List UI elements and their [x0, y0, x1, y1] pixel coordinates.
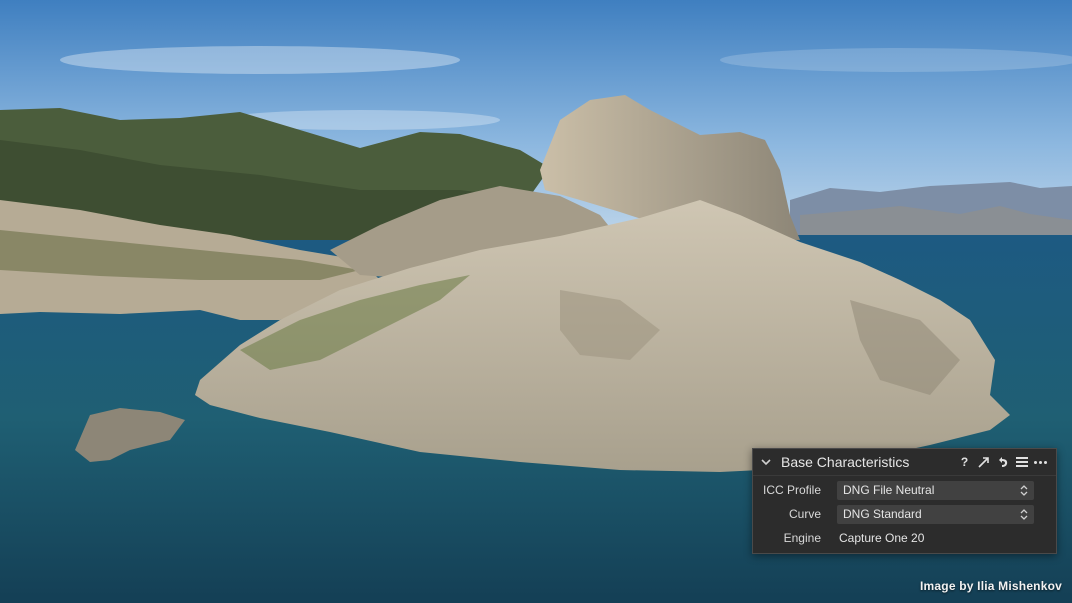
curve-value: DNG Standard — [843, 507, 922, 521]
panel-title: Base Characteristics — [781, 454, 910, 470]
curve-row: Curve DNG Standard — [753, 502, 1056, 526]
engine-value: Capture One 20 — [839, 531, 925, 545]
expand-icon[interactable] — [976, 455, 991, 470]
engine-label: Engine — [783, 531, 821, 545]
curve-label: Curve — [788, 507, 821, 521]
icc-profile-select[interactable]: DNG File Neutral — [837, 480, 1034, 500]
panel-rows: ICC Profile DNG File Neutral Curve DNG S… — [753, 476, 1056, 550]
icc-profile-label: ICC Profile — [762, 483, 821, 497]
icc-profile-row: ICC Profile DNG File Neutral — [753, 478, 1056, 502]
panel-header[interactable]: Base Characteristics ? — [753, 449, 1056, 476]
chevron-down-icon[interactable] — [759, 455, 773, 469]
base-characteristics-panel: Base Characteristics ? ICC Profile DNG F… — [752, 448, 1057, 554]
image-credit: Image by Ilia Mishenkov — [920, 579, 1062, 593]
icc-profile-value: DNG File Neutral — [843, 483, 935, 497]
select-arrows-icon — [1020, 484, 1029, 496]
curve-select[interactable]: DNG Standard — [837, 504, 1034, 524]
more-icon[interactable] — [1033, 455, 1048, 470]
menu-icon[interactable] — [1014, 455, 1029, 470]
help-icon[interactable]: ? — [957, 455, 972, 470]
engine-row: Engine Capture One 20 — [753, 526, 1056, 550]
panel-header-icons: ? — [957, 455, 1048, 470]
select-arrows-icon — [1020, 508, 1029, 520]
reset-icon[interactable] — [995, 455, 1010, 470]
